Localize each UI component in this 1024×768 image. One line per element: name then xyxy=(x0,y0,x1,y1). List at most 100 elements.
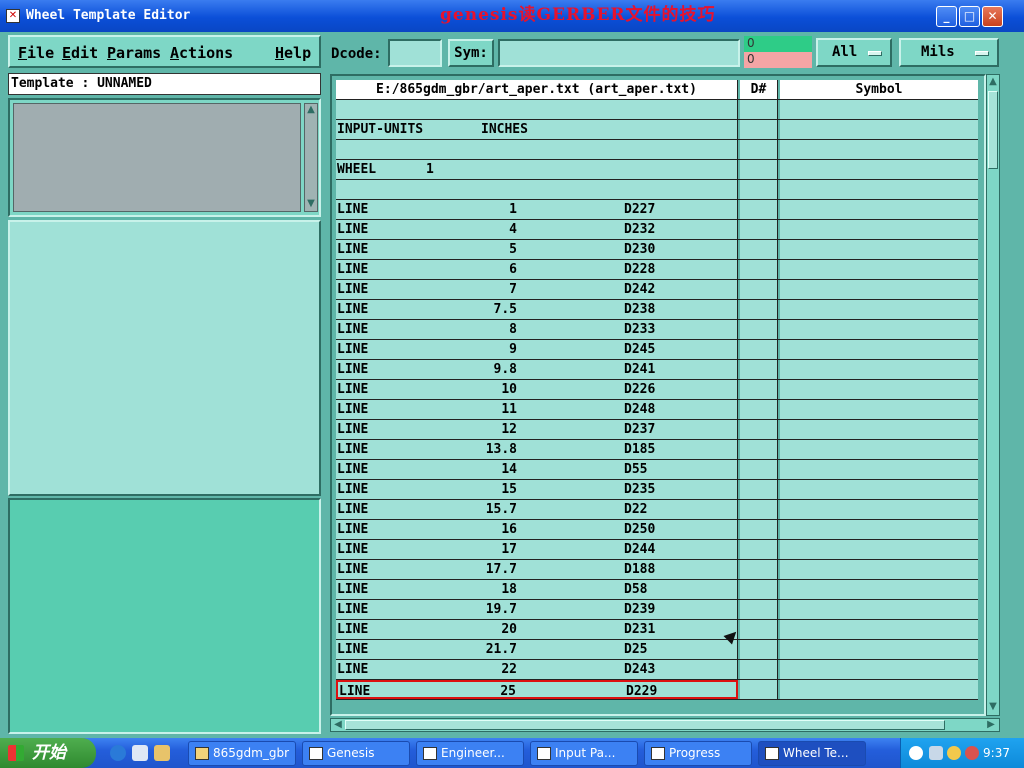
table-row[interactable] xyxy=(336,140,978,160)
aperture-cell[interactable]: LINE 8 D233 xyxy=(336,320,738,339)
network-icon[interactable] xyxy=(929,746,943,760)
dnum-cell[interactable] xyxy=(740,100,778,119)
aperture-cell[interactable]: LINE 1 D227 xyxy=(336,200,738,219)
table-row[interactable]: LINE 16 D250 xyxy=(336,520,978,540)
title-bar[interactable]: ✕ Wheel Template Editor genesis读GERBER文件… xyxy=(0,0,1024,32)
sym-button[interactable]: Sym: xyxy=(448,39,494,67)
start-button[interactable]: 开始 xyxy=(0,738,96,768)
symbol-cell[interactable] xyxy=(780,120,978,139)
close-button[interactable]: ✕ xyxy=(982,6,1003,27)
symbol-cell[interactable] xyxy=(780,560,978,579)
table-row[interactable]: LINE 5 D230 xyxy=(336,240,978,260)
table-row[interactable]: LINE 17 D244 xyxy=(336,540,978,560)
header-dnum[interactable]: D# xyxy=(740,80,778,99)
security-icon[interactable] xyxy=(965,746,979,760)
aperture-cell[interactable]: LINE 16 D250 xyxy=(336,520,738,539)
table-row[interactable]: LINE 21.7 D25 xyxy=(336,640,978,660)
symbol-cell[interactable] xyxy=(780,360,978,379)
dnum-cell[interactable] xyxy=(740,200,778,219)
clock[interactable]: 9:37 xyxy=(983,738,1010,768)
scroll-up-icon[interactable]: ▲ xyxy=(987,76,999,88)
dnum-cell[interactable] xyxy=(740,160,778,179)
menu-file[interactable]: File xyxy=(18,44,54,62)
table-row[interactable]: LINE 11 D248 xyxy=(336,400,978,420)
menu-actions[interactable]: Actions xyxy=(170,44,233,62)
symbol-cell[interactable] xyxy=(780,380,978,399)
aperture-cell[interactable]: LINE 11 D248 xyxy=(336,400,738,419)
app-icon[interactable]: ✕ xyxy=(6,9,20,23)
table-row[interactable]: LINE 8 D233 xyxy=(336,320,978,340)
filter-dropdown[interactable]: All xyxy=(816,38,892,67)
symbol-cell[interactable] xyxy=(780,260,978,279)
symbol-cell[interactable] xyxy=(780,280,978,299)
units-dropdown[interactable]: Mils xyxy=(899,38,999,67)
dnum-cell[interactable] xyxy=(740,620,778,639)
scroll-left-icon[interactable]: ◀ xyxy=(332,719,344,731)
scroll-thumb[interactable] xyxy=(345,720,945,730)
table-row[interactable]: LINE 4 D232 xyxy=(336,220,978,240)
dnum-cell[interactable] xyxy=(740,480,778,499)
aperture-cell[interactable]: LINE 15.7 D22 xyxy=(336,500,738,519)
aperture-cell[interactable]: LINE 7 D242 xyxy=(336,280,738,299)
taskbar-button[interactable]: Input Pa... xyxy=(530,741,638,766)
dnum-cell[interactable] xyxy=(740,220,778,239)
taskbar-button[interactable]: Genesis xyxy=(302,741,410,766)
header-symbol[interactable]: Symbol xyxy=(780,80,978,99)
symbol-cell[interactable] xyxy=(780,400,978,419)
dcode-input[interactable] xyxy=(388,39,442,67)
symbol-cell[interactable] xyxy=(780,180,978,199)
aperture-cell[interactable]: LINE 15 D235 xyxy=(336,480,738,499)
dnum-cell[interactable] xyxy=(740,260,778,279)
taskbar-button[interactable]: Wheel Te... xyxy=(758,741,866,766)
header-file[interactable]: E:/865gdm_gbr/art_aper.txt (art_aper.txt… xyxy=(336,80,738,99)
symbol-cell[interactable] xyxy=(780,440,978,459)
table-row[interactable]: LINE 12 D237 xyxy=(336,420,978,440)
dnum-cell[interactable] xyxy=(740,500,778,519)
symbol-cell[interactable] xyxy=(780,200,978,219)
tray-arrow-icon[interactable] xyxy=(909,746,923,760)
dnum-cell[interactable] xyxy=(740,140,778,159)
table-row[interactable]: LINE 13.8 D185 xyxy=(336,440,978,460)
table-row[interactable]: LINE 14 D55 xyxy=(336,460,978,480)
aperture-cell[interactable]: LINE 17.7 D188 xyxy=(336,560,738,579)
table-row[interactable]: LINE 22 D243 xyxy=(336,660,978,680)
aperture-cell[interactable]: LINE 14 D55 xyxy=(336,460,738,479)
menu-params[interactable]: Params xyxy=(107,44,161,62)
symbol-cell[interactable] xyxy=(780,300,978,319)
symbol-cell[interactable] xyxy=(780,500,978,519)
menu-help[interactable]: Help xyxy=(275,44,311,62)
ie-icon[interactable] xyxy=(110,745,126,761)
symbol-cell[interactable] xyxy=(780,320,978,339)
dnum-cell[interactable] xyxy=(740,560,778,579)
symbol-cell[interactable] xyxy=(780,660,978,679)
dnum-cell[interactable] xyxy=(740,300,778,319)
dnum-cell[interactable] xyxy=(740,320,778,339)
table-row[interactable]: LINE 18 D58 xyxy=(336,580,978,600)
aperture-cell[interactable]: LINE 13.8 D185 xyxy=(336,440,738,459)
symbol-cell[interactable] xyxy=(780,480,978,499)
dnum-cell[interactable] xyxy=(740,120,778,139)
dnum-cell[interactable] xyxy=(740,400,778,419)
symbol-cell[interactable] xyxy=(780,140,978,159)
aperture-cell[interactable]: LINE 4 D232 xyxy=(336,220,738,239)
symbol-cell[interactable] xyxy=(780,340,978,359)
preview-area[interactable] xyxy=(13,103,301,212)
dnum-cell[interactable] xyxy=(740,520,778,539)
dnum-cell[interactable] xyxy=(740,360,778,379)
dnum-cell[interactable] xyxy=(740,180,778,199)
symbol-cell[interactable] xyxy=(780,100,978,119)
dnum-cell[interactable] xyxy=(740,600,778,619)
aperture-cell[interactable]: LINE 12 D237 xyxy=(336,420,738,439)
dnum-cell[interactable] xyxy=(740,540,778,559)
aperture-cell[interactable]: LINE 7.5 D238 xyxy=(336,300,738,319)
table-row[interactable]: LINE 6 D228 xyxy=(336,260,978,280)
table-row[interactable]: LINE 10 D226 xyxy=(336,380,978,400)
table-vertical-scrollbar[interactable]: ▲ ▼ xyxy=(986,74,1000,716)
dnum-cell[interactable] xyxy=(740,640,778,659)
volume-icon[interactable] xyxy=(947,746,961,760)
dnum-cell[interactable] xyxy=(740,280,778,299)
aperture-cell[interactable]: LINE 18 D58 xyxy=(336,580,738,599)
table-row[interactable]: LINE 25 D229 xyxy=(336,680,978,700)
dnum-cell[interactable] xyxy=(740,340,778,359)
table-row[interactable]: LINE 15 D235 xyxy=(336,480,978,500)
